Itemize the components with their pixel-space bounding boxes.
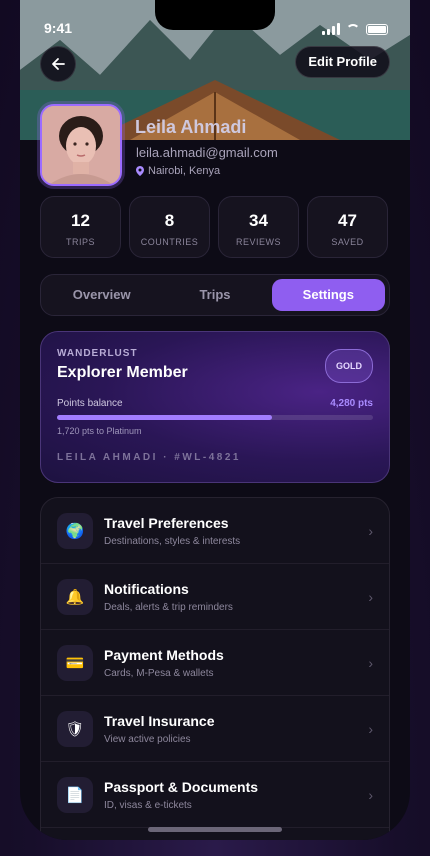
profile-email: leila.ahmadi@gmail.com [136, 145, 278, 160]
bell-icon: 🔔 [57, 578, 93, 615]
row-text: Travel Preferences Destinations, styles … [104, 515, 368, 547]
back-button[interactable] [40, 46, 76, 82]
row-subtitle: View active policies [104, 733, 191, 745]
row-subtitle: Deals, alerts & trip reminders [104, 601, 233, 613]
home-indicator[interactable] [148, 827, 282, 832]
settings-row-passport-documents[interactable]: 📄 Passport & Documents ID, visas & e-tic… [41, 762, 389, 828]
points-progress-fill [57, 415, 272, 420]
row-title: Passport & Documents [104, 778, 259, 795]
row-subtitle: Destinations, styles & interests [104, 535, 241, 547]
stat-value: 12 [71, 211, 90, 230]
location-text: Nairobi, Kenya [148, 165, 221, 177]
profile-tabs: Overview Trips Settings [40, 274, 390, 316]
row-title: Notifications [104, 580, 189, 597]
settings-list: 🌍 Travel Preferences Destinations, style… [40, 497, 390, 840]
stat-countries[interactable]: 8 COUNTRIES [129, 196, 210, 258]
profile-location: Nairobi, Kenya [136, 165, 220, 177]
membership-id: LEILA AHMADI · #WL-4821 [57, 452, 241, 463]
wifi-icon [346, 24, 360, 34]
phone-screen: 9:41 Edit Profile Leila Ahmadi leila.ahm… [20, 0, 410, 840]
settings-row-travel-preferences[interactable]: 🌍 Travel Preferences Destinations, style… [41, 498, 389, 564]
points-value: 4,280 pts [330, 398, 373, 409]
avatar-portrait-image [42, 106, 120, 184]
points-progress-bar [57, 415, 373, 420]
chevron-right-icon: › [368, 522, 373, 539]
stat-value: 47 [338, 211, 357, 230]
chevron-right-icon: › [368, 786, 373, 803]
location-pin-icon [136, 166, 144, 176]
tab-settings[interactable]: Settings [271, 279, 385, 311]
chevron-right-icon: › [368, 588, 373, 605]
document-icon: 📄 [57, 776, 93, 813]
edit-profile-button[interactable]: Edit Profile [295, 46, 390, 78]
stat-value: 8 [164, 211, 175, 230]
tab-trips[interactable]: Trips [158, 279, 271, 311]
stat-label: REVIEWS [235, 237, 281, 247]
stat-value: 34 [249, 211, 268, 230]
row-text: Payment Methods Cards, M-Pesa & wallets [104, 647, 368, 679]
tab-overview[interactable]: Overview [45, 279, 158, 311]
card-icon: 💳 [57, 644, 93, 681]
tier-badge: GOLD [325, 349, 373, 383]
settings-row-payment-methods[interactable]: 💳 Payment Methods Cards, M-Pesa & wallet… [41, 630, 389, 696]
stats-grid: 12 TRIPS 8 COUNTRIES 34 REVIEWS 47 SAVED [40, 196, 390, 258]
signal-icon [322, 23, 340, 35]
stat-label: TRIPS [65, 237, 95, 247]
row-text: Notifications Deals, alerts & trip remin… [104, 581, 368, 613]
globe-icon: 🌍 [57, 512, 93, 549]
points-label: Points balance [57, 398, 123, 409]
stat-saved[interactable]: 47 SAVED [307, 196, 388, 258]
status-icons [322, 23, 388, 35]
row-subtitle: ID, visas & e-tickets [104, 799, 192, 811]
shield-icon: 🛡 [57, 710, 93, 747]
points-row: Points balance 4,280 pts [57, 398, 373, 409]
row-title: Payment Methods [104, 646, 224, 663]
row-subtitle: Cards, M-Pesa & wallets [104, 667, 214, 679]
chevron-right-icon: › [368, 654, 373, 671]
next-tier-text: 1,720 pts to Platinum [57, 426, 142, 436]
stat-reviews[interactable]: 34 REVIEWS [218, 196, 299, 258]
chevron-right-icon: › [368, 720, 373, 737]
camera-notch [155, 0, 275, 30]
membership-card[interactable]: WANDERLUST Explorer Member GOLD Points b… [40, 331, 390, 483]
settings-row-travel-insurance[interactable]: 🛡 Travel Insurance View active policies … [41, 696, 389, 762]
phone-frame: 9:41 Edit Profile Leila Ahmadi leila.ahm… [0, 0, 430, 856]
arrow-left-icon [52, 58, 65, 70]
avatar[interactable] [40, 104, 122, 186]
stat-trips[interactable]: 12 TRIPS [40, 196, 121, 258]
row-title: Travel Insurance [104, 712, 215, 729]
stat-label: COUNTRIES [140, 237, 199, 247]
row-title: Travel Preferences [104, 514, 229, 531]
profile-name: Leila Ahmadi [135, 117, 247, 137]
row-text: Passport & Documents ID, visas & e-ticke… [104, 779, 368, 811]
stat-label: SAVED [331, 237, 364, 247]
row-text: Travel Insurance View active policies [104, 713, 368, 745]
status-time: 9:41 [44, 20, 73, 36]
settings-row-notifications[interactable]: 🔔 Notifications Deals, alerts & trip rem… [41, 564, 389, 630]
battery-icon [366, 23, 388, 35]
